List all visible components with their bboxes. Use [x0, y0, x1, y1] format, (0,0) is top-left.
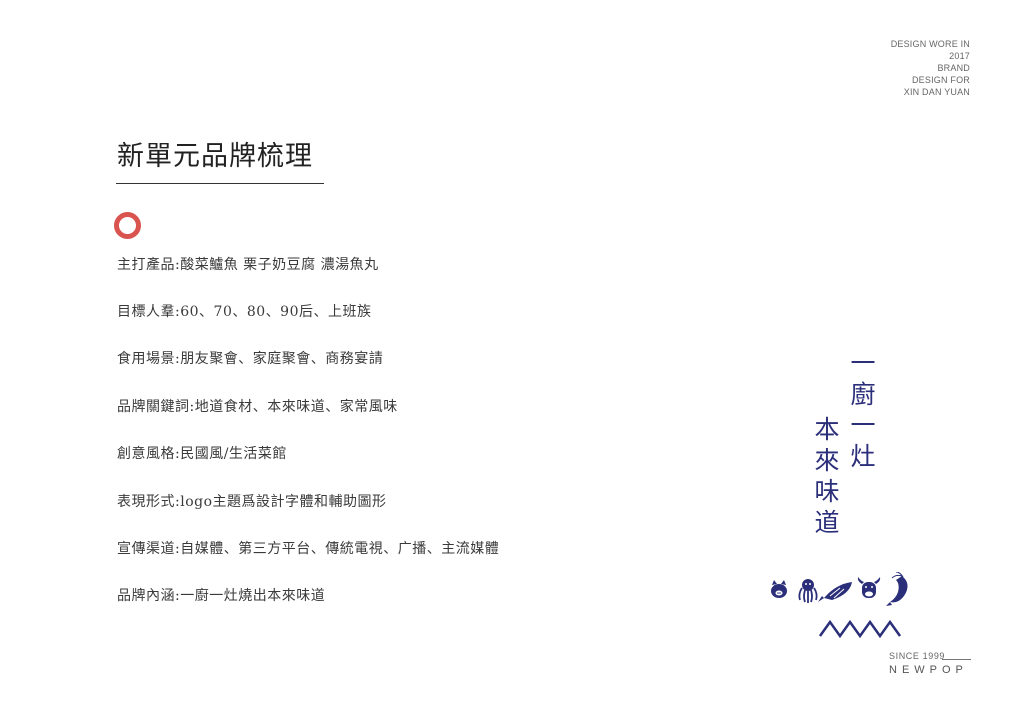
slogan-char: 味: [814, 477, 840, 506]
slogan-char: 道: [814, 508, 840, 537]
info-item-style: 創意風格:民國風/生活菜館: [117, 446, 287, 462]
corner-line: DESIGN WORE IN: [890, 39, 970, 49]
since-divider: [942, 659, 971, 660]
zigzag-ornament: [818, 619, 902, 638]
info-item-expression: 表現形式:logo主題爲設計字體和輔助圖形: [117, 494, 387, 510]
slogan-char: 廚: [850, 380, 876, 409]
title-underline: [116, 183, 324, 184]
info-item-audience: 目標人羣:60、70、80、90后、上班族: [117, 304, 372, 320]
slogan-char: 本: [814, 415, 840, 444]
slogan-char: 灶: [850, 442, 876, 471]
since-label: SINCE 1999: [889, 651, 946, 661]
info-item-connotation: 品牌內涵:一廚一灶燒出本來味道: [117, 588, 326, 604]
page-title: 新單元品牌梳理: [117, 141, 313, 172]
animal-icons: [771, 572, 908, 606]
slogan-char: 來: [814, 446, 840, 475]
info-item-products: 主打產品:酸菜鱸魚 栗子奶豆腐 濃湯魚丸: [117, 257, 379, 273]
corner-credit: DESIGN WORE IN 2017 BRAND DESIGN FOR XIN…: [830, 38, 970, 98]
fish-icon: [818, 582, 852, 602]
info-item-channels: 宣傳渠道:自媒體、第三方平台、傳統電視、广播、主流媒體: [117, 541, 500, 557]
slogan-line-2: 本 來 味 道: [812, 414, 842, 538]
slogan-char: 一: [850, 349, 876, 378]
slogan-char: 一: [850, 411, 876, 440]
brand-wordmark: NEWPOP: [889, 664, 968, 676]
pig-icon: [771, 580, 787, 598]
slogan-line-1: 一 廚 一 灶: [848, 348, 878, 472]
octopus-icon: [798, 579, 818, 603]
corner-line: XIN DAN YUAN: [903, 87, 970, 97]
cow-icon: [857, 577, 881, 598]
red-ring-icon: [114, 212, 141, 239]
corner-line: BRAND: [937, 63, 970, 73]
info-item-scenes: 食用場景:朋友聚會、家庭聚會、商務宴請: [117, 351, 384, 367]
corner-line: DESIGN FOR: [911, 75, 970, 85]
shrimp-icon: [886, 572, 908, 606]
corner-line: 2017: [949, 51, 970, 61]
info-item-keywords: 品牌關鍵詞:地道食材、本來味道、家常風味: [117, 399, 398, 415]
